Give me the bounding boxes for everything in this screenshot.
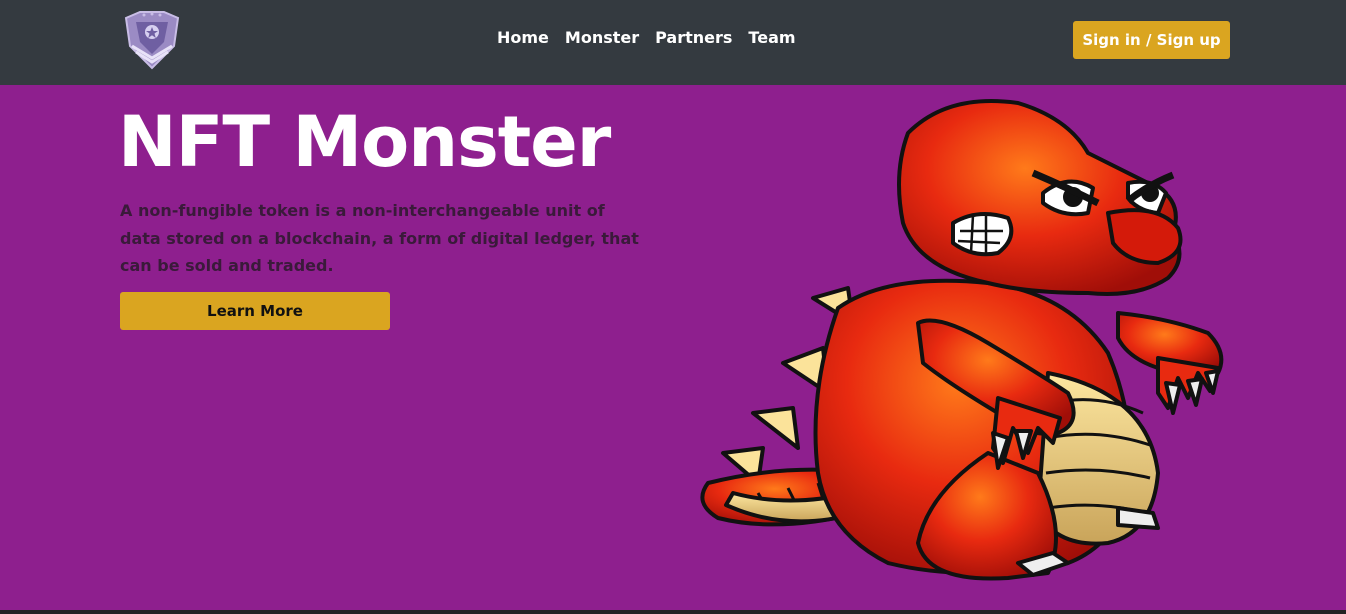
nav-link-monster[interactable]: Monster xyxy=(565,28,639,48)
monster-illustration xyxy=(700,99,1224,581)
hero-description: A non-fungible token is a non-interchang… xyxy=(120,201,639,275)
navbar: Home Monster Partners Team Sign in / Sig… xyxy=(0,0,1346,85)
main-nav: Home Monster Partners Team xyxy=(497,28,796,48)
nav-link-home[interactable]: Home xyxy=(497,28,549,48)
bottom-border xyxy=(0,610,1346,614)
signin-signup-button[interactable]: Sign in / Sign up xyxy=(1073,21,1230,59)
shield-logo-icon[interactable] xyxy=(120,10,184,72)
hero-title: NFT Monster xyxy=(118,101,611,183)
nav-link-team[interactable]: Team xyxy=(748,28,795,48)
nav-link-partners[interactable]: Partners xyxy=(655,28,732,48)
learn-more-button[interactable]: Learn More xyxy=(120,292,390,330)
